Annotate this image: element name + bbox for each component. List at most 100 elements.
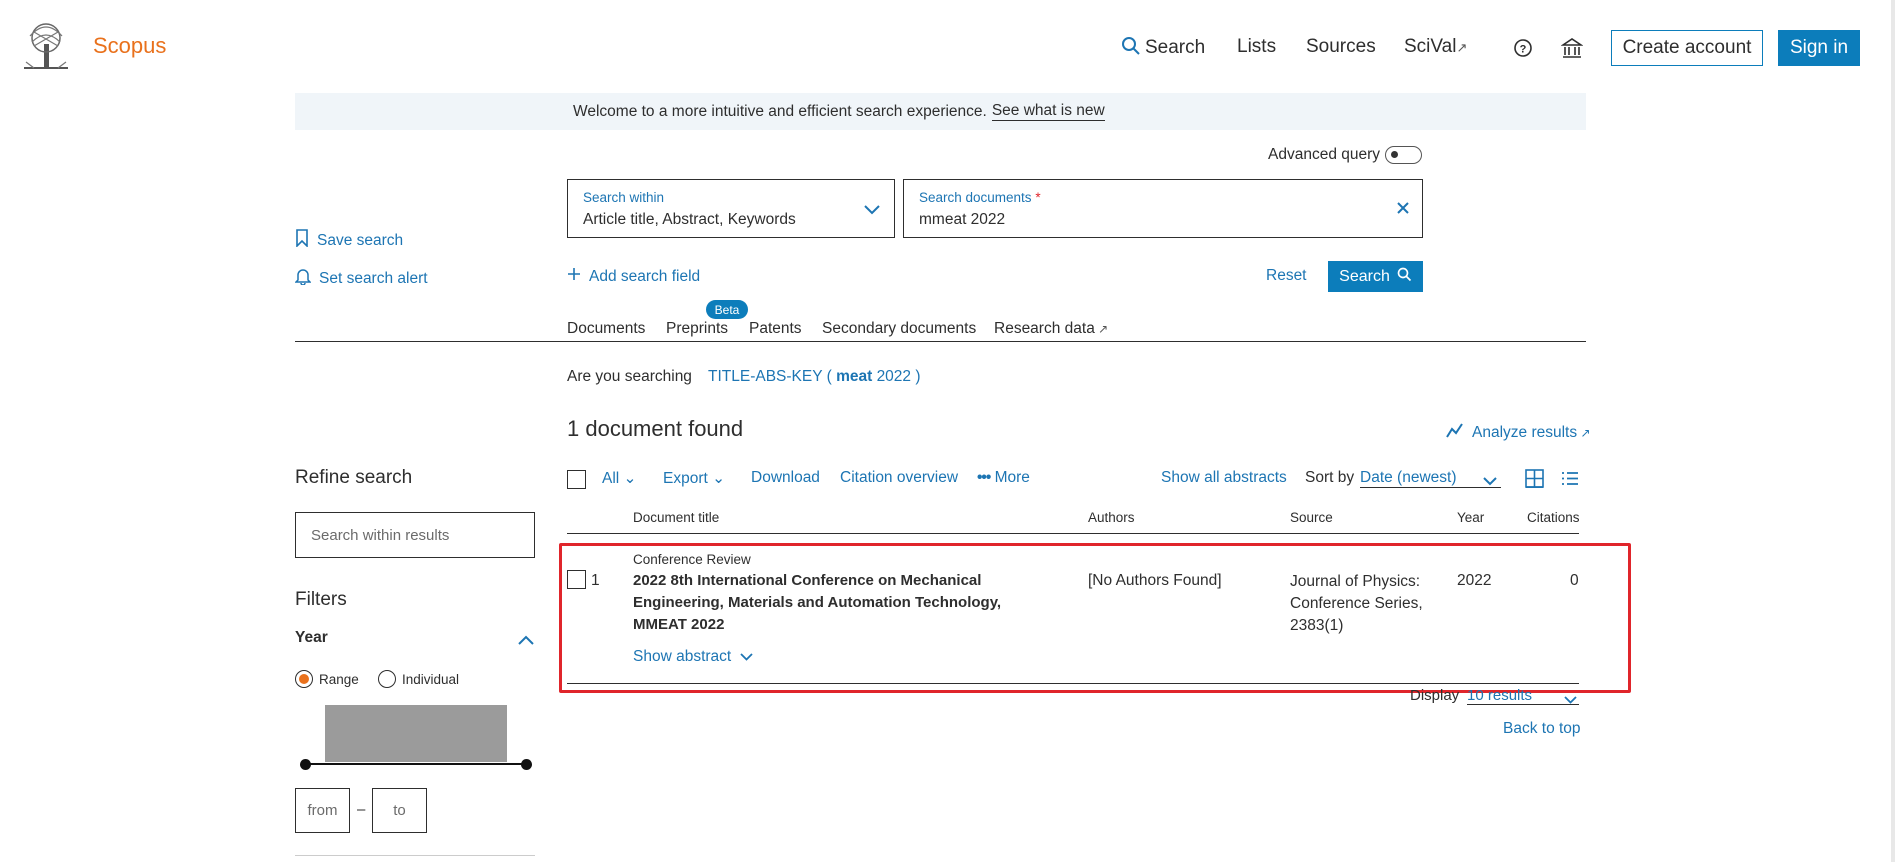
advanced-query-toggle[interactable] xyxy=(1385,146,1422,164)
search-within-results-input[interactable]: Search within results xyxy=(295,512,535,558)
search-within-label: Search within xyxy=(583,190,665,205)
result-title-line: 2022 8th International Conference on Mec… xyxy=(633,572,982,589)
grid-view-icon[interactable] xyxy=(1525,469,1544,493)
column-header-title: Document title xyxy=(633,510,720,525)
column-header-authors: Authors xyxy=(1088,510,1135,525)
tab-preprints[interactable]: Preprints xyxy=(666,320,728,338)
column-header-citations: Citations xyxy=(1527,510,1580,525)
list-view-icon[interactable] xyxy=(1561,471,1579,491)
plus-icon xyxy=(567,267,581,286)
chart-line-icon xyxy=(1446,422,1464,443)
svg-text:?: ? xyxy=(1520,44,1527,56)
welcome-banner: Welcome to a more intuitive and efficien… xyxy=(295,93,1586,130)
all-dropdown[interactable]: All ⌄ xyxy=(602,469,637,488)
nav-search-label: Search xyxy=(1145,37,1206,58)
nav-lists[interactable]: Lists xyxy=(1237,36,1276,58)
more-button[interactable]: ••• More xyxy=(977,469,1030,487)
save-search-label: Save search xyxy=(317,231,404,249)
range-radio[interactable]: Range xyxy=(295,670,359,688)
sidebar-divider xyxy=(295,855,535,856)
sign-in-button[interactable]: Sign in xyxy=(1778,30,1860,66)
search-documents-field[interactable]: Search documents * mmeat 2022 xyxy=(903,179,1423,238)
range-label: Range xyxy=(319,671,359,687)
year-filter-label: Year xyxy=(295,629,328,646)
tab-secondary-documents[interactable]: Secondary documents xyxy=(822,320,976,338)
result-source-line: Journal of Physics: xyxy=(1290,573,1421,590)
result-year: 2022 xyxy=(1457,572,1492,589)
banner-message: Welcome to a more intuitive and efficien… xyxy=(573,102,987,120)
result-title-line: Engineering, Materials and Automation Te… xyxy=(633,594,1002,611)
nav-search[interactable]: Search xyxy=(1121,36,1205,62)
result-source-link[interactable]: Journal of Physics: Conference Series, 2… xyxy=(1290,571,1423,637)
result-title-line: MMEAT 2022 xyxy=(633,616,725,633)
set-search-alert-link[interactable]: Set search alert xyxy=(294,267,428,290)
column-header-year: Year xyxy=(1457,510,1485,525)
search-within-value: Article title, Abstract, Keywords xyxy=(583,211,796,228)
tab-research-data-label: Research data xyxy=(994,320,1095,337)
display-count-select[interactable]: 10 results xyxy=(1467,687,1579,705)
chevron-up-icon[interactable] xyxy=(518,632,534,650)
tab-documents[interactable]: Documents xyxy=(567,320,645,338)
tab-patents[interactable]: Patents xyxy=(749,320,802,338)
external-link-icon: ↗ xyxy=(1094,322,1109,336)
required-mark: * xyxy=(1035,190,1041,205)
save-search-link[interactable]: Save search xyxy=(295,229,403,252)
export-dropdown[interactable]: Export ⌄ xyxy=(663,469,725,488)
page-scrollbar[interactable] xyxy=(1891,0,1895,862)
citation-overview-button[interactable]: Citation overview xyxy=(840,469,958,487)
year-from-input[interactable]: from xyxy=(295,788,350,833)
radio-selected-icon xyxy=(295,670,313,688)
year-slider-handle-min[interactable] xyxy=(300,759,311,770)
analyze-results-label: Analyze results ↗ xyxy=(1472,423,1591,441)
add-search-field-button[interactable]: Add search field xyxy=(567,267,700,286)
chevron-down-icon: ⌄ xyxy=(623,470,637,487)
nav-sources[interactable]: Sources xyxy=(1306,36,1376,58)
result-doc-type: Conference Review xyxy=(633,552,751,567)
scopus-logo-text[interactable]: Scopus xyxy=(93,33,166,59)
create-account-button[interactable]: Create account xyxy=(1611,30,1763,66)
radio-empty-icon xyxy=(378,670,396,688)
search-within-select[interactable]: Search within Article title, Abstract, K… xyxy=(567,179,895,238)
tab-research-data[interactable]: Research data ↗ xyxy=(994,320,1108,338)
sort-select[interactable]: Date (newest) xyxy=(1360,469,1501,488)
nav-scival[interactable]: SciVal↗ xyxy=(1404,36,1467,58)
result-row-checkbox[interactable] xyxy=(567,570,586,589)
suggested-query-link[interactable]: TITLE-ABS-KEY ( meat 2022 ) xyxy=(708,368,921,386)
show-all-abstracts-button[interactable]: Show all abstracts xyxy=(1161,469,1287,487)
institution-icon[interactable] xyxy=(1560,37,1584,64)
chevron-down-icon xyxy=(1483,473,1497,491)
tabs-divider xyxy=(295,341,1586,342)
search-button[interactable]: Search xyxy=(1328,261,1423,292)
result-authors: [No Authors Found] xyxy=(1088,572,1222,589)
advanced-query-label: Advanced query xyxy=(1268,146,1381,163)
search-documents-value[interactable]: mmeat 2022 xyxy=(919,211,1005,229)
result-row-divider xyxy=(567,683,1579,684)
external-link-icon: ↗ xyxy=(1456,40,1468,55)
chevron-down-icon: ⌄ xyxy=(712,470,726,487)
back-to-top-link[interactable]: Back to top xyxy=(1503,720,1581,738)
year-slider-track[interactable] xyxy=(305,763,527,765)
chevron-down-icon xyxy=(864,202,880,220)
show-abstract-button[interactable]: Show abstract xyxy=(633,648,753,666)
result-row-index: 1 xyxy=(591,572,600,589)
chevron-down-icon xyxy=(1564,691,1577,708)
year-to-input[interactable]: to xyxy=(372,788,427,833)
reset-button[interactable]: Reset xyxy=(1266,267,1307,285)
select-all-checkbox[interactable] xyxy=(567,470,586,489)
elsevier-tree-logo-icon[interactable] xyxy=(20,22,72,72)
individual-radio[interactable]: Individual xyxy=(378,670,459,688)
display-label: Display xyxy=(1410,687,1460,704)
result-title-link[interactable]: 2022 8th International Conference on Mec… xyxy=(633,570,1001,636)
year-slider-handle-max[interactable] xyxy=(521,759,532,770)
search-button-label: Search xyxy=(1339,267,1390,285)
analyze-results-link[interactable]: Analyze results ↗ xyxy=(1446,422,1591,443)
see-what-is-new-link[interactable]: See what is new xyxy=(991,102,1105,121)
clear-icon[interactable] xyxy=(1396,201,1410,220)
result-citations[interactable]: 0 xyxy=(1570,570,1579,592)
help-icon[interactable]: ? xyxy=(1513,38,1533,63)
download-button[interactable]: Download xyxy=(751,469,820,487)
search-icon xyxy=(1121,36,1141,62)
search-documents-label: Search documents * xyxy=(919,190,1041,205)
bell-icon xyxy=(294,267,312,290)
suggestion-prefix: Are you searching xyxy=(567,368,692,385)
